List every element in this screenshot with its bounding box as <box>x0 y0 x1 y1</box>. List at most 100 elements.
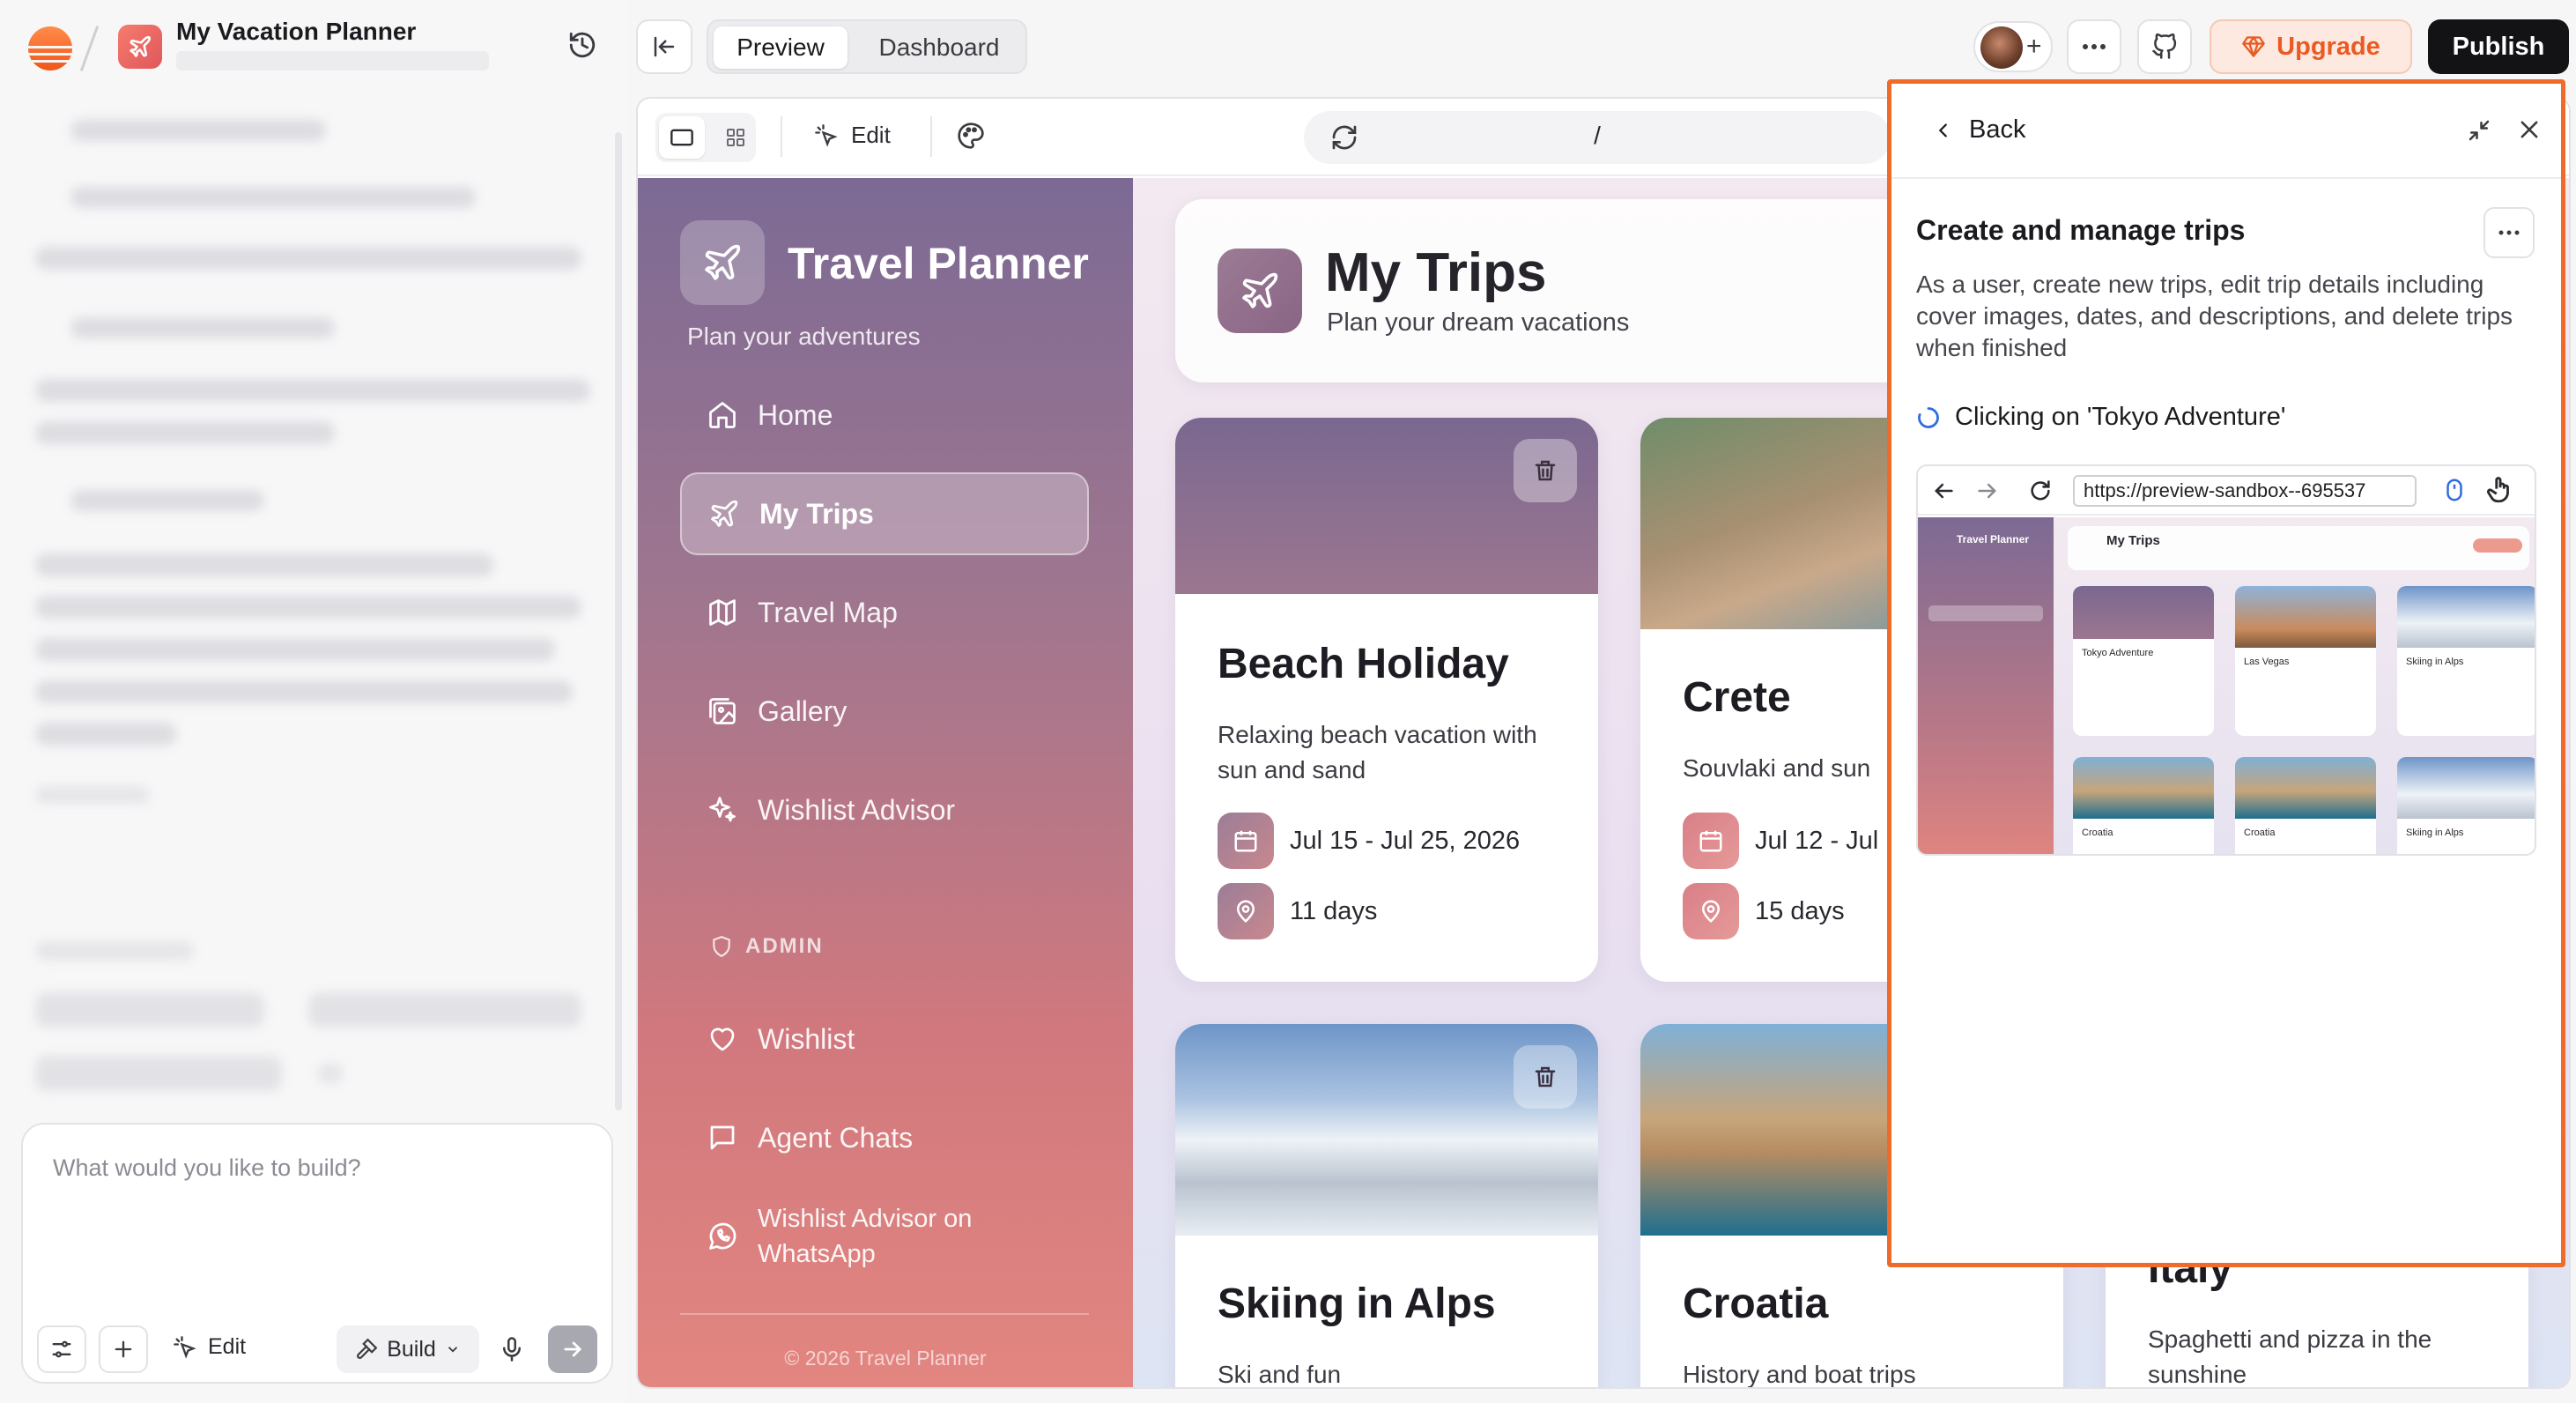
minimize-icon <box>2469 120 2490 141</box>
mini-card-las-vegas[interactable]: Las Vegas <box>2235 586 2376 736</box>
nav-item-gallery[interactable]: Gallery <box>680 670 1089 753</box>
trip-duration-text: 15 days <box>1755 896 1845 925</box>
trip-duration: 15 days <box>1683 883 1845 939</box>
mini-card-croatia[interactable]: Croatia <box>2073 757 2214 854</box>
nav-item-agent-chats[interactable]: Agent Chats <box>680 1096 1089 1179</box>
project-title[interactable]: My Vacation Planner <box>176 18 416 46</box>
mini-card-croatia-2[interactable]: Croatia <box>2235 757 2376 854</box>
prompt-composer[interactable]: What would you like to build? Edit Build <box>21 1123 613 1384</box>
gallery-icon <box>709 698 736 724</box>
mini-card-title: Tokyo Adventure <box>2082 648 2154 658</box>
minimize-button[interactable] <box>2466 117 2492 148</box>
whatsapp-icon <box>709 1222 737 1250</box>
trip-dates-text: Jul 12 - Jul <box>1755 826 1879 855</box>
edit-mode-button[interactable]: Edit <box>173 1334 246 1360</box>
microphone-button[interactable] <box>499 1334 525 1369</box>
preview-url-bar[interactable]: / <box>1304 111 1891 164</box>
add-attachment-button[interactable] <box>99 1325 148 1373</box>
trash-icon <box>1535 460 1556 481</box>
trip-duration-text: 11 days <box>1290 896 1378 925</box>
close-button[interactable] <box>2517 117 2542 146</box>
send-button[interactable] <box>548 1325 597 1373</box>
view-switcher: Preview Dashboard <box>707 19 1027 74</box>
nav-item-my-trips[interactable]: My Trips <box>680 472 1089 555</box>
sparkles-icon <box>709 797 736 822</box>
nav-item-whatsapp-advisor[interactable]: Wishlist Advisor on WhatsApp <box>680 1195 1050 1278</box>
visual-edit-button[interactable]: Edit <box>814 122 891 149</box>
trip-dates: Jul 12 - Jul <box>1683 813 1878 869</box>
close-icon <box>2520 121 2538 138</box>
mini-card-title: Las Vegas <box>2244 657 2290 667</box>
mini-card-skiing-in-alps[interactable]: Skiing in Alps <box>2397 586 2535 736</box>
toolbar-divider <box>930 116 932 157</box>
build-mode-label: Build <box>387 1336 436 1362</box>
agent-browser-view: https://preview-sandbox--695537 Travel P… <box>1916 464 2536 856</box>
layout-toggle <box>655 113 756 162</box>
nav-item-wishlist-advisor[interactable]: Wishlist Advisor <box>680 768 1089 851</box>
app-brand[interactable]: Travel Planner <box>788 238 1089 289</box>
trip-title: Skiing in Alps <box>1218 1281 1496 1327</box>
upgrade-button[interactable]: Upgrade <box>2210 19 2412 74</box>
trip-description: Spaghetti and pizza in the sunshine <box>2148 1325 2432 1388</box>
github-button[interactable] <box>2137 19 2192 74</box>
publish-button[interactable]: Publish <box>2428 19 2569 74</box>
preview-url-path[interactable]: / <box>1304 122 1891 150</box>
admin-section-header: ADMIN <box>710 934 824 959</box>
mouse-icon <box>2441 475 2468 509</box>
trip-description: Ski and fun <box>1218 1361 1342 1388</box>
browser-reload-icon[interactable] <box>2027 479 2054 508</box>
collaborators-group[interactable]: + <box>1973 21 2053 72</box>
task-title: Create and manage trips <box>1916 214 2246 246</box>
nav-item-wishlist[interactable]: Wishlist <box>680 998 1089 1080</box>
browser-forward-icon[interactable] <box>1974 479 2001 508</box>
plane-logo-icon <box>680 220 765 305</box>
collapse-sidebar-button[interactable] <box>636 19 692 74</box>
sliders-icon <box>52 1340 71 1358</box>
chevron-down-icon <box>448 1347 457 1353</box>
trip-card-skiing-in-alps[interactable]: Skiing in Alps Ski and fun <box>1175 1024 1598 1388</box>
brand-logo[interactable] <box>28 26 72 71</box>
mini-card-tokyo-adventure[interactable]: Tokyo Adventure <box>2073 586 2214 736</box>
chat-scrollbar[interactable] <box>615 132 622 1110</box>
tab-dashboard[interactable]: Dashboard <box>856 26 1022 69</box>
plane-icon <box>711 500 738 527</box>
prompt-placeholder[interactable]: What would you like to build? <box>53 1154 361 1182</box>
trash-icon <box>1535 1066 1556 1088</box>
nav-item-travel-map[interactable]: Travel Map <box>680 571 1089 654</box>
trip-card-beach-holiday[interactable]: Beach Holiday Relaxing beach vacation wi… <box>1175 418 1598 982</box>
settings-sliders-button[interactable] <box>37 1325 86 1373</box>
build-mode-dropdown[interactable]: Build <box>337 1325 479 1373</box>
nav-item-label: Travel Map <box>758 596 898 628</box>
tab-preview[interactable]: Preview <box>714 26 848 69</box>
theme-palette-button[interactable] <box>957 122 985 154</box>
sidebar-divider <box>680 1313 1089 1315</box>
nav-item-label: Wishlist Advisor <box>758 793 956 826</box>
map-icon <box>709 599 736 626</box>
task-more-button[interactable] <box>2483 207 2535 258</box>
palette-icon <box>958 122 984 149</box>
agent-browser-screenshot: Travel Planner My Trips Tokyo Adventure … <box>1918 517 2535 854</box>
back-button[interactable]: Back <box>1934 115 2025 145</box>
grid-view-icon[interactable] <box>724 127 747 152</box>
task-description: As a user, create new trips, edit trip d… <box>1916 271 2513 361</box>
delete-trip-button[interactable] <box>1514 1045 1577 1109</box>
more-horizontal-icon <box>2498 230 2520 235</box>
mini-card-skiing-in-alps-2[interactable]: Skiing in Alps <box>2397 757 2535 854</box>
back-label: Back <box>1969 115 2026 144</box>
add-collaborator-icon[interactable]: + <box>2026 32 2042 62</box>
location-pin-icon <box>1683 883 1739 939</box>
plus-icon <box>115 1340 132 1358</box>
nav-item-label: Wishlist Advisor on WhatsApp <box>758 1205 973 1268</box>
nav-item-home[interactable]: Home <box>680 374 1089 457</box>
spinner-icon <box>1918 406 1939 428</box>
gem-icon <box>2242 36 2266 57</box>
browser-back-icon[interactable] <box>1930 479 1957 508</box>
admin-label: ADMIN <box>745 934 824 958</box>
agent-browser-url[interactable]: https://preview-sandbox--695537 <box>2073 475 2417 507</box>
trip-title: Croatia <box>1683 1281 1829 1327</box>
delete-trip-button[interactable] <box>1514 439 1577 502</box>
more-options-button[interactable] <box>2067 19 2121 74</box>
desktop-view-icon[interactable] <box>670 127 694 152</box>
history-icon[interactable] <box>567 30 597 60</box>
arrow-right-icon <box>564 1341 582 1357</box>
